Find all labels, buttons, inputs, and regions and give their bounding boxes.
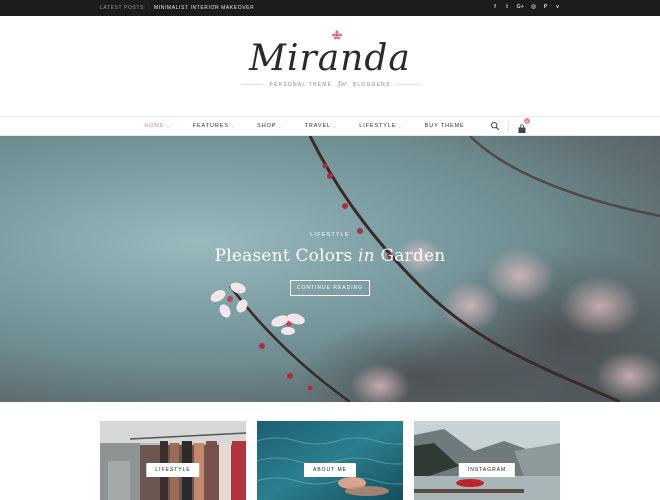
tagline-pre: Personal Theme bbox=[269, 81, 333, 88]
tagline-post: Bloggers bbox=[352, 81, 391, 88]
promo-box-about-me[interactable]: About Me bbox=[257, 421, 403, 500]
hero-title-post: Garden bbox=[380, 246, 446, 266]
promo-box-lifestyle[interactable]: Lifestyle bbox=[100, 421, 246, 500]
top-bar: Latest Posts: Minimalist Interior Makeov… bbox=[0, 0, 660, 16]
site-tagline: Personal Theme for Bloggers bbox=[0, 81, 660, 88]
chevron-down-icon: ⌄ bbox=[332, 123, 338, 129]
site-branding: Miranda Personal Theme for Bloggers bbox=[0, 30, 660, 88]
nav-item-home[interactable]: Home ⌄ bbox=[144, 123, 170, 129]
nav-item-label: Features bbox=[192, 123, 229, 129]
hero-caption: Lifestyle Pleasent Colors in Garden Cont… bbox=[0, 232, 660, 296]
hero-category[interactable]: Lifestyle bbox=[0, 232, 660, 238]
nav-item-lifestyle[interactable]: Lifestyle ⌄ bbox=[359, 123, 402, 129]
promo-image-lake bbox=[414, 421, 560, 500]
hero-title[interactable]: Pleasent Colors in Garden bbox=[0, 246, 660, 266]
site-logo[interactable]: Miranda bbox=[249, 30, 411, 79]
vimeo-icon[interactable]: v bbox=[555, 5, 560, 11]
instagram-icon[interactable]: ◎ bbox=[531, 5, 536, 11]
promo-label[interactable]: About Me bbox=[303, 463, 357, 477]
search-icon[interactable] bbox=[490, 121, 500, 131]
hero-slider[interactable]: Lifestyle Pleasent Colors in Garden Cont… bbox=[0, 136, 660, 402]
main-navigation: Home ⌄ Features ⌄ Shop ⌄ Travel ⌄ Lifest… bbox=[0, 116, 660, 136]
nav-item-label: Buy Theme bbox=[424, 123, 465, 129]
nav-item-shop[interactable]: Shop ⌄ bbox=[257, 123, 282, 129]
pinterest-icon[interactable]: P bbox=[543, 5, 548, 11]
latest-post-link[interactable]: Minimalist Interior Makeover bbox=[154, 5, 254, 11]
chevron-down-icon: ⌄ bbox=[278, 123, 283, 129]
chevron-down-icon: ⌄ bbox=[398, 123, 403, 129]
nav-item-travel[interactable]: Travel ⌄ bbox=[305, 123, 338, 129]
continue-reading-button[interactable]: Continue Reading bbox=[289, 280, 371, 296]
chevron-down-icon: ⌄ bbox=[230, 123, 236, 129]
promo-image-clothing-rack bbox=[100, 421, 246, 500]
promo-label[interactable]: Instagram bbox=[458, 463, 516, 477]
cart-button[interactable]: 0 bbox=[517, 118, 530, 133]
latest-posts-label: Latest Posts: bbox=[100, 5, 146, 11]
tagline-divider-left bbox=[241, 84, 264, 85]
twitter-icon[interactable]: t bbox=[505, 5, 510, 11]
promo-box-instagram[interactable]: Instagram bbox=[414, 421, 560, 500]
social-links: f t G+ ◎ P v bbox=[493, 5, 561, 11]
hero-title-pre: Pleasent Colors bbox=[214, 246, 353, 266]
shopping-bag-icon bbox=[518, 124, 526, 133]
facebook-icon[interactable]: f bbox=[493, 5, 498, 11]
flower-icon bbox=[331, 30, 343, 40]
nav-item-label: Lifestyle bbox=[359, 123, 397, 129]
google-plus-icon[interactable]: G+ bbox=[517, 5, 525, 11]
nav-divider bbox=[507, 120, 509, 132]
nav-item-label: Shop bbox=[257, 123, 277, 129]
promo-image-pool bbox=[257, 421, 403, 500]
nav-item-label: Home bbox=[144, 123, 165, 129]
hero-title-italic: in bbox=[358, 246, 375, 266]
cart-count-badge: 0 bbox=[523, 118, 530, 124]
nav-item-label: Travel bbox=[304, 123, 331, 129]
promo-boxes: Lifestyle About Me bbox=[100, 421, 560, 500]
nav-item-features[interactable]: Features ⌄ bbox=[193, 123, 235, 129]
tagline-divider-right bbox=[396, 84, 419, 85]
logo-text: Miranda bbox=[249, 38, 411, 79]
chevron-down-icon: ⌄ bbox=[166, 123, 171, 129]
tagline-italic: for bbox=[338, 81, 347, 88]
promo-label[interactable]: Lifestyle bbox=[146, 463, 200, 477]
nav-item-buy-theme[interactable]: Buy Theme bbox=[425, 123, 465, 129]
